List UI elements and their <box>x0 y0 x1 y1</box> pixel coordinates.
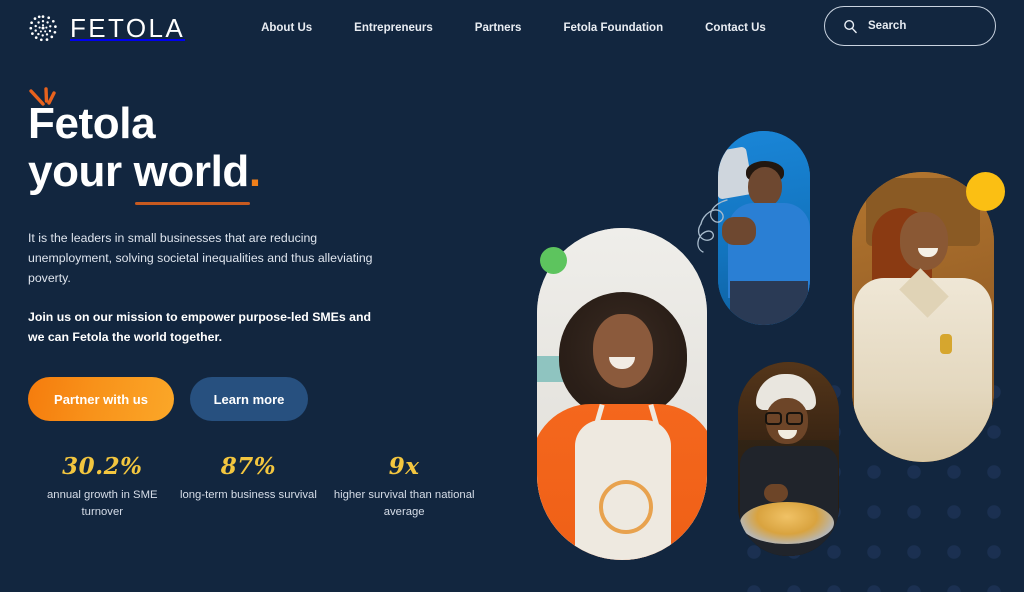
stat-label: long-term business survival <box>179 489 317 501</box>
hero-page: FETOLA About Us Entrepreneurs Partners F… <box>0 0 1024 592</box>
woman-orange-apron-photo <box>537 228 707 560</box>
headline-period: . <box>248 147 261 196</box>
learn-more-button[interactable]: Learn more <box>190 377 308 421</box>
headline-underlined-word: world <box>133 147 251 205</box>
nav-item-about-us[interactable]: About Us <box>261 16 312 40</box>
page-title: Fetola your world. <box>28 99 498 205</box>
dot-circle-logo-icon <box>29 15 57 42</box>
headline-line-1: Fetola <box>28 99 156 148</box>
hero-paragraph-bold: Join us on our mission to empower purpos… <box>28 310 371 344</box>
stat-item: 87% long-term business survival <box>177 453 321 521</box>
green-circle-accent <box>540 247 567 274</box>
cta-button-row: Partner with us Learn more <box>28 377 498 421</box>
nav-item-partners[interactable]: Partners <box>475 16 522 40</box>
hero-content: Fetola your world. It is the leaders in … <box>28 87 498 521</box>
search-box[interactable]: Search <box>824 6 996 46</box>
stat-value: 30.2% <box>62 453 143 480</box>
stat-label: annual growth in SME turnover <box>47 489 158 518</box>
nav-item-contact-us[interactable]: Contact Us <box>705 16 766 40</box>
nav-item-entrepreneurs[interactable]: Entrepreneurs <box>354 16 433 40</box>
site-header: FETOLA About Us Entrepreneurs Partners F… <box>0 0 1024 56</box>
man-blue-shirt-photo <box>718 131 810 325</box>
search-icon <box>844 19 857 33</box>
stat-value: 87% <box>220 453 277 480</box>
hero-paragraph: It is the leaders in small businesses th… <box>28 231 373 285</box>
yellow-circle-accent <box>966 172 1005 211</box>
headline-prefix: your <box>28 147 134 196</box>
brand-logo-link[interactable]: FETOLA <box>26 11 185 45</box>
brand-name: FETOLA <box>70 12 186 43</box>
search-placeholder: Search <box>868 20 907 32</box>
partner-with-us-button[interactable]: Partner with us <box>28 377 174 421</box>
chef-with-plate-photo <box>738 362 839 556</box>
stat-item: 9x higher survival than national average <box>320 453 488 521</box>
stat-label: higher survival than national average <box>333 489 475 518</box>
squiggle-line-icon <box>697 199 728 253</box>
stat-value: 9x <box>388 453 420 480</box>
dot-pattern-decoration <box>724 362 1024 592</box>
woman-cream-shirt-photo <box>852 172 994 462</box>
stat-item: 30.2% annual growth in SME turnover <box>28 453 177 521</box>
stats-row: 30.2% annual growth in SME turnover 87% … <box>28 453 488 521</box>
nav-item-fetola-foundation[interactable]: Fetola Foundation <box>563 16 663 40</box>
main-navigation: About Us Entrepreneurs Partners Fetola F… <box>261 16 766 40</box>
headline-line-2: your world. <box>28 147 498 205</box>
